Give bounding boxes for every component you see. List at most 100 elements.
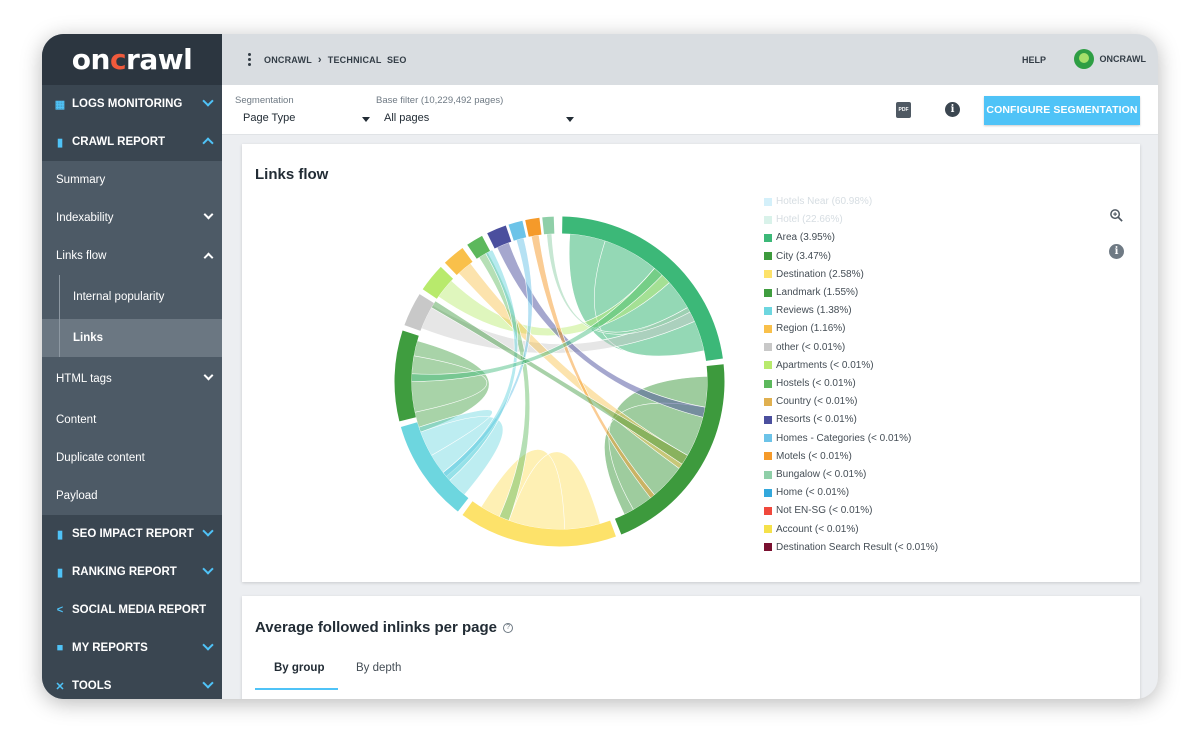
sidebar-item-links-flow[interactable]: Links flow: [42, 237, 222, 275]
configure-segmentation-button[interactable]: CONFIGURE SEGMENTATION: [984, 96, 1140, 125]
sidebar-item-logs-monitoring[interactable]: ▦ LOGS MONITORING: [42, 85, 222, 123]
sidebar-item-label: Payload: [56, 490, 98, 502]
sidebar-item-internal-popularity[interactable]: Internal popularity: [42, 275, 222, 319]
legend-item[interactable]: City (3.47%): [764, 251, 831, 262]
user-menu[interactable]: ONCRAWL: [1073, 49, 1147, 69]
links-flow-chord-diagram[interactable]: [392, 214, 727, 549]
base-filter-label: Base filter (10,229,492 pages): [376, 95, 504, 106]
legend-item[interactable]: Destination (2.58%): [764, 269, 864, 280]
chord-group-arc[interactable]: [508, 220, 527, 241]
pdf-export-icon[interactable]: PDF: [896, 102, 911, 118]
sidebar-item-summary[interactable]: Summary: [42, 161, 222, 199]
help-circle-icon[interactable]: ?: [503, 623, 514, 634]
card-title: Average followed inlinks per page?: [255, 619, 514, 636]
legend-item[interactable]: Hostels (< 0.01%): [764, 378, 856, 389]
oncrawl-logo[interactable]: on c rawl: [42, 34, 222, 85]
sidebar-item-html-tags[interactable]: HTML tags: [42, 357, 222, 401]
chevron-down-icon: [202, 525, 214, 537]
caret-down-icon[interactable]: [362, 117, 370, 122]
sidebar-item-label: CRAWL REPORT: [72, 136, 166, 148]
legend-label: Not EN-SG (< 0.01%): [776, 505, 873, 517]
sidebar-item-social-media-report[interactable]: < SOCIAL MEDIA REPORT: [42, 591, 222, 629]
legend-label: Destination Search Result (< 0.01%): [776, 541, 939, 553]
legend-swatch: [764, 452, 772, 461]
help-link[interactable]: HELP: [1022, 55, 1046, 65]
tab-by-group[interactable]: By group: [274, 662, 324, 674]
zoom-in-icon[interactable]: [1109, 208, 1124, 223]
segmentation-label: Segmentation: [235, 95, 294, 106]
card-title-text: Average followed inlinks per page: [255, 619, 498, 636]
sidebar-item-ranking-report[interactable]: ▮ RANKING REPORT: [42, 553, 222, 591]
legend-swatch: [764, 488, 772, 497]
legend-item[interactable]: Bungalow (< 0.01%): [764, 469, 866, 480]
legend-item[interactable]: Homes - Categories (< 0.01%): [764, 433, 911, 444]
legend-label: Motels (< 0.01%): [776, 450, 852, 462]
caret-down-icon[interactable]: [566, 117, 574, 122]
sidebar-item-links[interactable]: Links: [42, 319, 222, 357]
breadcrumb-item[interactable]: TECHNICAL: [328, 55, 382, 65]
segmentation-select[interactable]: Page Type: [243, 112, 295, 124]
legend-item[interactable]: Motels (< 0.01%): [764, 451, 852, 462]
legend-item[interactable]: Apartments (< 0.01%): [764, 360, 874, 371]
legend-item[interactable]: Region (1.16%): [764, 323, 845, 334]
sidebar-item-my-reports[interactable]: ■ MY REPORTS: [42, 629, 222, 667]
folder-icon: ■: [56, 642, 64, 654]
sidebar-item-label: TOOLS: [72, 680, 112, 692]
sidebar-item-tools[interactable]: ✕ TOOLS: [42, 667, 222, 699]
sidebar-item-label: LOGS MONITORING: [72, 98, 183, 110]
legend-label: Resorts (< 0.01%): [776, 414, 857, 426]
legend-item[interactable]: Landmark (1.55%): [764, 287, 858, 298]
chevron-down-icon: [203, 209, 214, 220]
legend-label: Apartments (< 0.01%): [776, 359, 874, 371]
tools-icon: ✕: [55, 680, 65, 693]
sidebar: on c rawl ▦ LOGS MONITORING ▮ CRAWL REPORT…: [42, 34, 222, 699]
chart-legend: Hotels Near (60.98%) Hotel (22.66%) Area (…: [764, 196, 984, 566]
sidebar-item-content[interactable]: Content: [42, 401, 222, 439]
active-tab-indicator: [255, 688, 338, 690]
legend-item[interactable]: Area (3.95%): [764, 232, 835, 243]
tab-by-depth[interactable]: By depth: [356, 662, 401, 674]
kebab-menu-icon[interactable]: [248, 53, 252, 66]
breadcrumb: ONCRAWL › TECHNICAL SEO: [264, 54, 407, 66]
chord-group-arc[interactable]: [542, 216, 555, 235]
sidebar-item-label: Content: [56, 414, 97, 426]
breadcrumb-item[interactable]: SEO: [387, 55, 407, 65]
legend-item[interactable]: Resorts (< 0.01%): [764, 414, 857, 425]
legend-item[interactable]: other (< 0.01%): [764, 342, 845, 353]
legend-item[interactable]: Not EN-SG (< 0.01%): [764, 505, 872, 516]
sidebar-item-payload[interactable]: Payload: [42, 477, 222, 515]
legend-item[interactable]: Hotel (22.66%): [764, 214, 843, 225]
base-filter-select[interactable]: All pages: [384, 112, 429, 124]
legend-label: Country (< 0.01%): [776, 396, 858, 408]
sidebar-item-label: SOCIAL MEDIA REPORT: [72, 604, 207, 616]
app-window: on c rawl ▦ LOGS MONITORING ▮ CRAWL REPORT…: [42, 34, 1158, 699]
legend-swatch: [764, 252, 772, 261]
info-icon[interactable]: i: [1109, 244, 1124, 259]
legend-item[interactable]: Account (< 0.01%): [764, 524, 859, 535]
average-inlinks-card: Average followed inlinks per page? By gr…: [242, 596, 1140, 699]
sidebar-item-label: Indexability: [56, 212, 114, 224]
chord-group-arc[interactable]: [525, 217, 542, 237]
legend-swatch: [764, 506, 772, 515]
legend-swatch: [764, 343, 772, 352]
chevron-up-icon: [203, 252, 214, 263]
legend-swatch: [764, 197, 772, 206]
sidebar-item-label: Summary: [56, 174, 106, 186]
legend-item[interactable]: Destination Search Result (< 0.01%): [764, 542, 938, 553]
legend-swatch: [764, 361, 772, 370]
legend-swatch: [764, 525, 772, 534]
legend-label: Bungalow (< 0.01%): [776, 469, 867, 480]
info-icon[interactable]: i: [945, 102, 960, 117]
chevron-up-icon: [202, 137, 214, 149]
sidebar-item-indexability[interactable]: Indexability: [42, 199, 222, 237]
user-name: ONCRAWL: [1099, 54, 1147, 64]
legend-item[interactable]: Reviews (1.38%): [764, 305, 852, 316]
legend-item[interactable]: Country (< 0.01%): [764, 396, 857, 407]
legend-item[interactable]: Hotels Near (60.98%): [764, 196, 872, 207]
sidebar-item-duplicate-content[interactable]: Duplicate content: [42, 439, 222, 477]
sidebar-item-label: RANKING REPORT: [72, 566, 177, 578]
sidebar-item-crawl-report[interactable]: ▮ CRAWL REPORT: [42, 123, 222, 161]
sidebar-item-seo-impact-report[interactable]: ▮ SEO IMPACT REPORT: [42, 515, 222, 553]
legend-item[interactable]: Home (< 0.01%): [764, 487, 849, 498]
breadcrumb-item[interactable]: ONCRAWL: [264, 55, 312, 65]
